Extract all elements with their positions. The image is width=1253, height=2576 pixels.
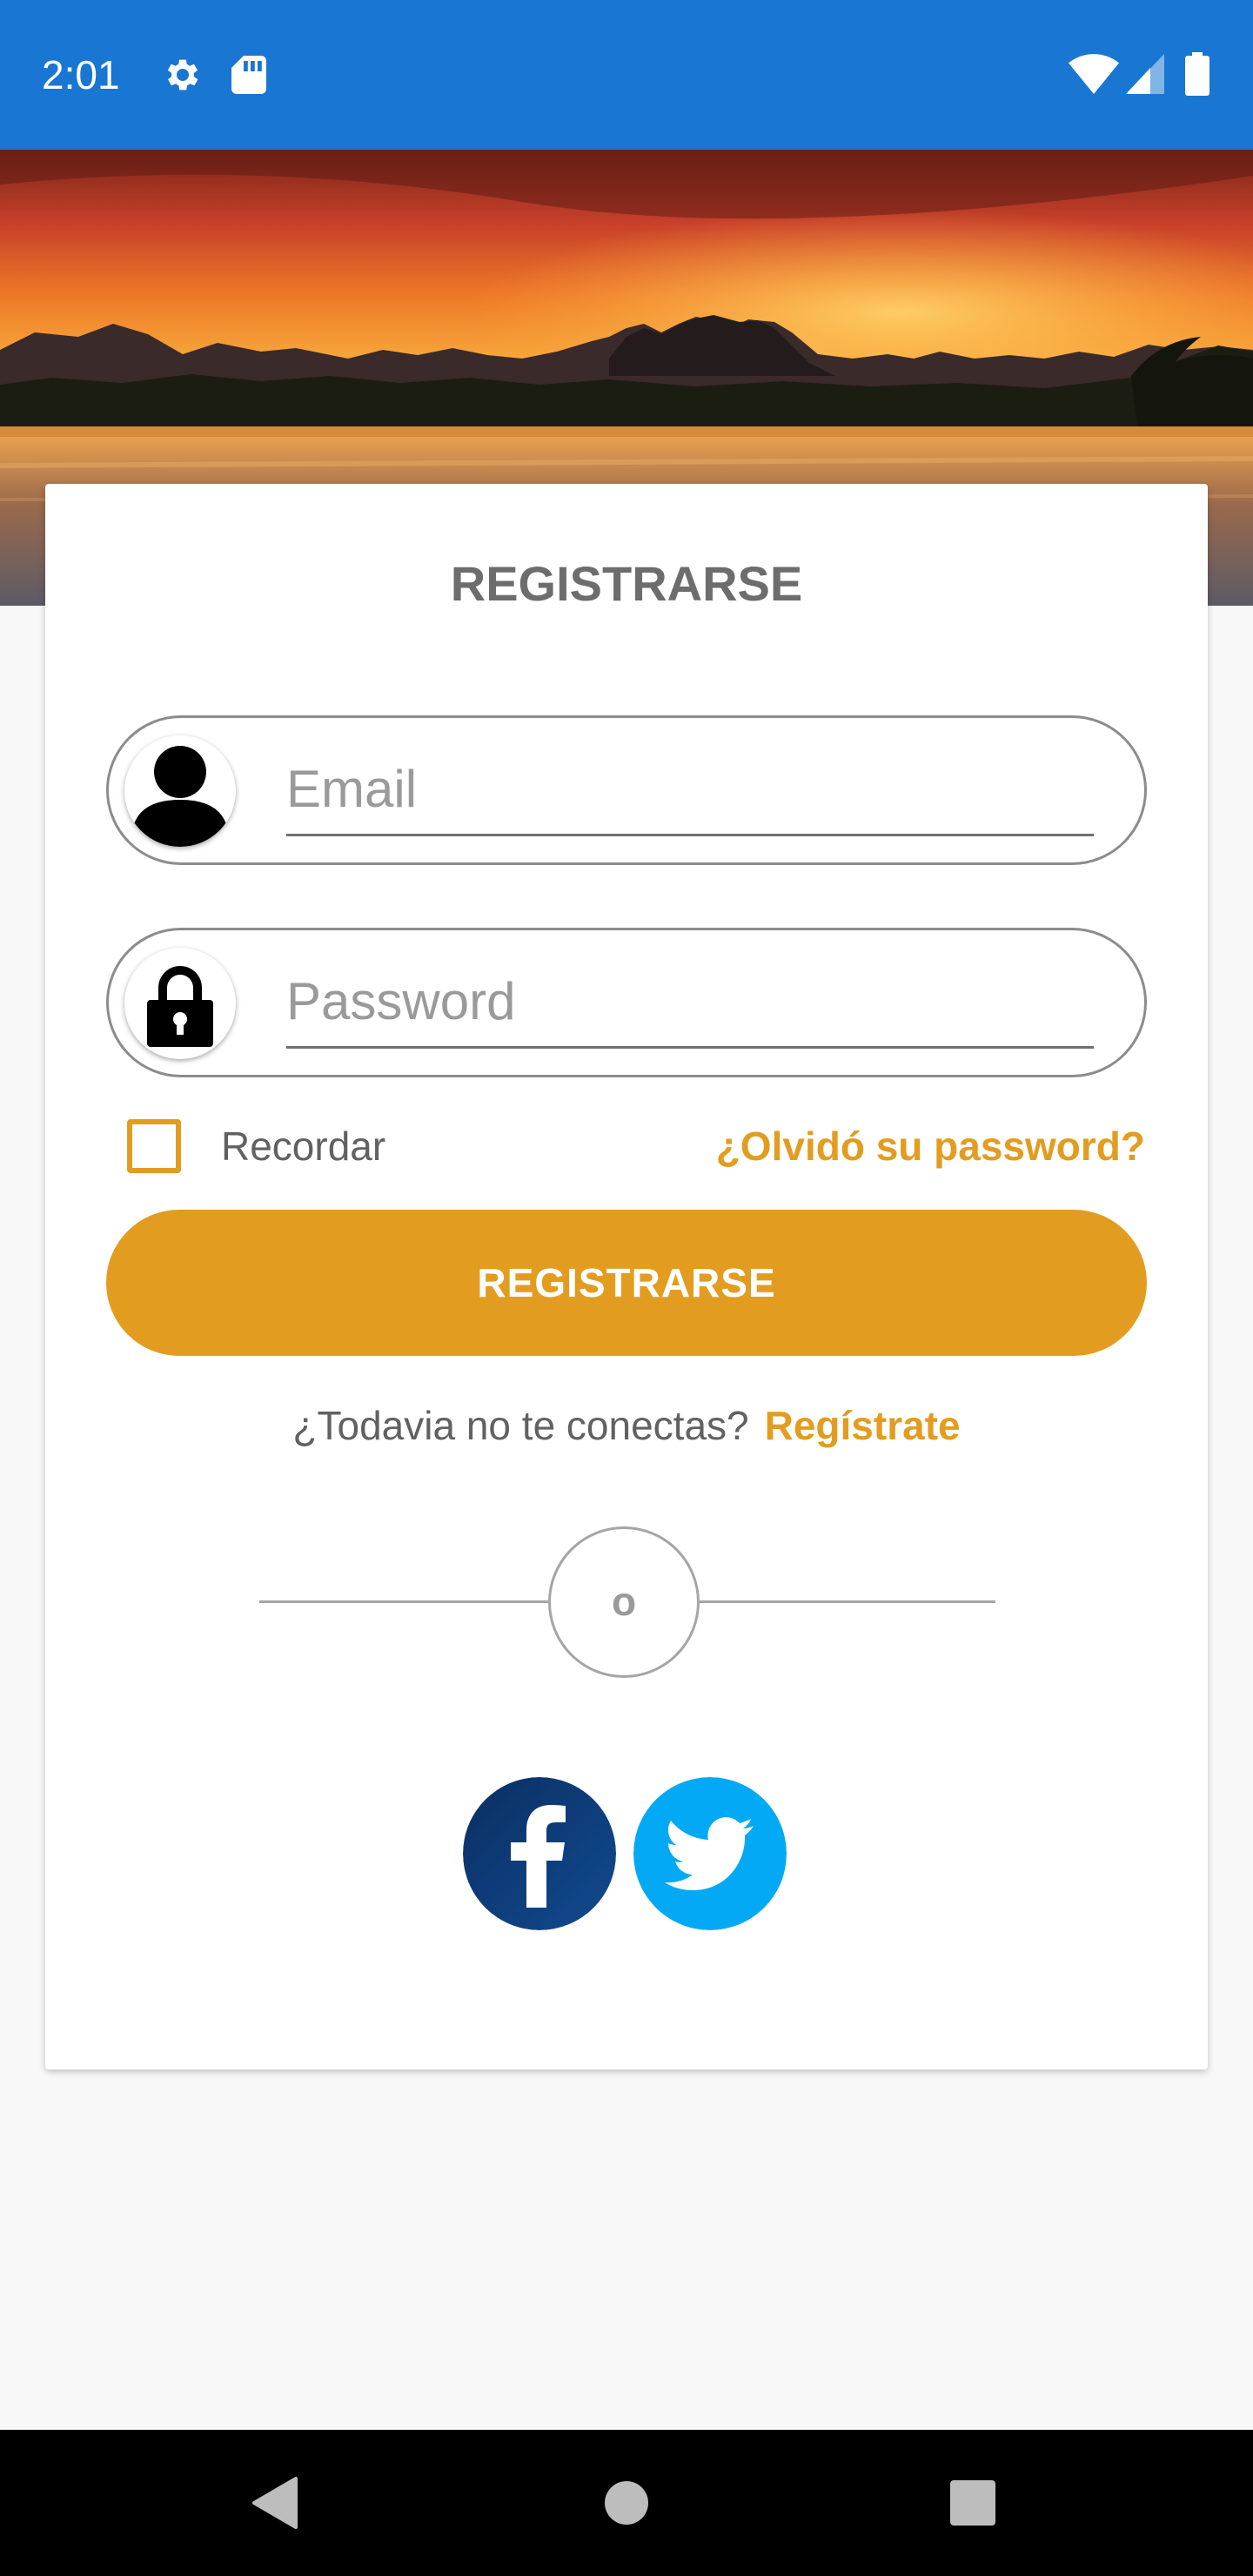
user-icon: [124, 735, 236, 847]
divider-line-right: [700, 1600, 995, 1603]
forgot-password-link[interactable]: ¿Olvidó su password?: [716, 1123, 1145, 1170]
wifi-icon: [1069, 54, 1119, 94]
twitter-login-button[interactable]: [633, 1777, 787, 1930]
email-field-container: [106, 715, 1147, 865]
divider-line-left: [259, 1600, 548, 1603]
signal-icon: [1126, 54, 1164, 94]
card-title: REGISTRARSE: [450, 556, 803, 611]
navigation-bar: [0, 2430, 1253, 2576]
status-bar: 2:01: [0, 0, 1253, 150]
remember-row: Recordar: [127, 1116, 385, 1177]
home-icon[interactable]: [604, 2480, 649, 2526]
password-input[interactable]: [286, 962, 1094, 1049]
remember-checkbox[interactable]: [127, 1119, 181, 1173]
email-input[interactable]: [286, 749, 1094, 836]
facebook-icon: [463, 1777, 616, 1930]
recents-icon[interactable]: [950, 2480, 995, 2526]
register-button[interactable]: REGISTRARSE: [106, 1210, 1147, 1356]
login-card: REGISTRARSE Recordar ¿Olvidó su password…: [45, 484, 1208, 2070]
sd-card-icon: [231, 56, 266, 94]
signup-link[interactable]: Regístrate: [765, 1403, 961, 1448]
facebook-login-button[interactable]: [463, 1777, 616, 1930]
settings-gear-icon: [167, 59, 198, 91]
password-field-container: [106, 928, 1147, 1077]
twitter-icon: [633, 1777, 787, 1930]
back-icon[interactable]: [251, 2475, 299, 2531]
status-time: 2:01: [42, 52, 120, 97]
signup-prompt: ¿Todavia no te conectas?: [292, 1403, 749, 1448]
remember-label: Recordar: [221, 1124, 386, 1169]
lock-icon: [124, 948, 236, 1059]
signup-row: ¿Todavia no te conectas? Regístrate: [45, 1399, 1208, 1452]
battery-icon: [1185, 52, 1209, 96]
divider-or-circle: o: [548, 1526, 700, 1678]
